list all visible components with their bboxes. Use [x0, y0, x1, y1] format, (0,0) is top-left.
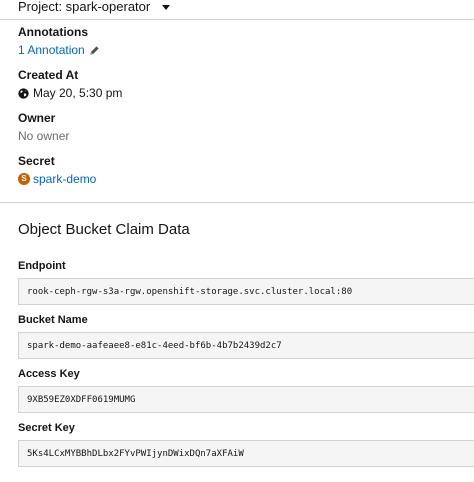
secret-key-label: Secret Key	[18, 422, 75, 434]
bucket-name-field: Bucket Name spark-demo-aafeaee8-e81c-4ee…	[18, 312, 474, 359]
access-key-field: Access Key 9XB59EZ0XDFF0619MUMG	[18, 366, 474, 413]
created-at-value: May 20, 5:30 pm	[33, 86, 123, 100]
endpoint-value[interactable]: rook-ceph-rgw-s3a-rgw.openshift-storage.…	[18, 278, 474, 305]
annotations-link[interactable]: 1 Annotation	[18, 42, 85, 58]
annotations-field: Annotations 1 Annotation	[18, 24, 100, 58]
owner-label: Owner	[18, 111, 56, 125]
owner-field: Owner No owner	[18, 110, 69, 144]
bucket-name-label: Bucket Name	[18, 314, 88, 326]
annotations-label: Annotations	[18, 25, 88, 39]
secret-value-row: S spark-demo	[18, 171, 96, 187]
endpoint-field: Endpoint rook-ceph-rgw-s3a-rgw.openshift…	[18, 258, 474, 305]
project-selector-label: Project: spark-operator	[18, 0, 151, 14]
secret-label: Secret	[18, 154, 55, 168]
section-divider	[0, 202, 474, 203]
section-title: Object Bucket Claim Data	[18, 221, 190, 238]
project-bar: Project: spark-operator	[0, 0, 474, 20]
access-key-value[interactable]: 9XB59EZ0XDFF0619MUMG	[18, 386, 474, 413]
annotations-value-row: 1 Annotation	[18, 42, 100, 58]
owner-value: No owner	[18, 129, 70, 143]
created-at-label: Created At	[18, 68, 79, 82]
secret-key-field: Secret Key 5Ks4LCxMYBBhDLbx2FYvPWIjynDWi…	[18, 420, 474, 467]
chevron-down-icon	[162, 4, 171, 10]
secret-link[interactable]: spark-demo	[33, 171, 96, 187]
secret-key-value[interactable]: 5Ks4LCxMYBBhDLbx2FYvPWIjynDWixDQn7aXFAiW	[18, 440, 474, 467]
secret-field: Secret S spark-demo	[18, 153, 96, 187]
globe-icon	[18, 87, 29, 99]
endpoint-label: Endpoint	[18, 260, 66, 272]
bucket-name-value[interactable]: spark-demo-aafeaee8-e81c-4eed-bf6b-4b7b2…	[18, 332, 474, 359]
project-selector[interactable]: Project: spark-operator	[18, 0, 171, 14]
created-at-field: Created At May 20, 5:30 pm	[18, 67, 122, 101]
created-at-value-row: May 20, 5:30 pm	[18, 85, 122, 101]
secret-resource-badge: S	[18, 173, 30, 185]
access-key-label: Access Key	[18, 368, 80, 380]
pencil-icon[interactable]	[89, 45, 100, 56]
